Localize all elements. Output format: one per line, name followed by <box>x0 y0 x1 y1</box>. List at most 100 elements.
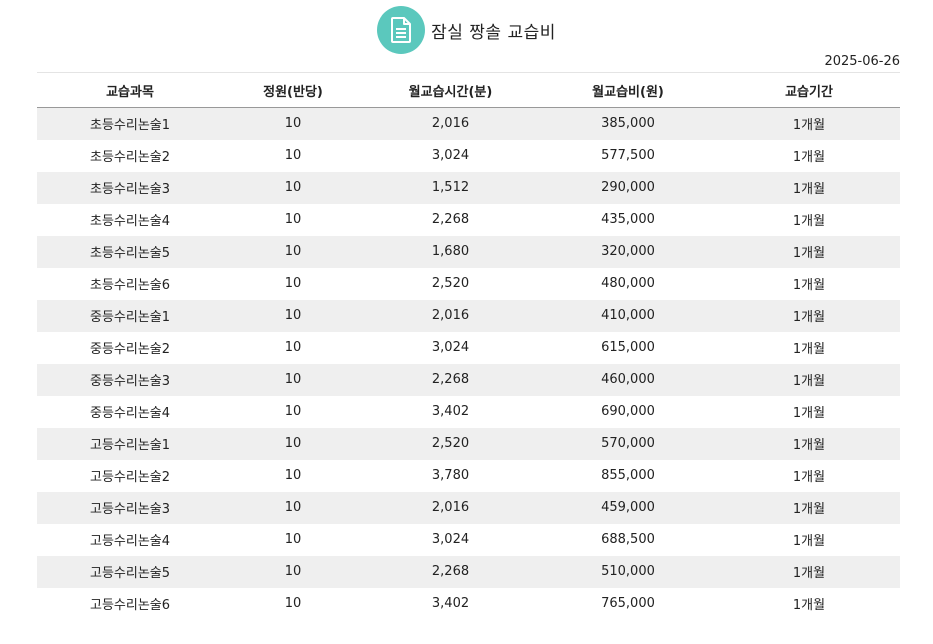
cell-monthly-minutes: 3,402 <box>431 404 470 419</box>
cell-monthly-minutes: 3,024 <box>431 340 470 355</box>
cell-monthly-fee: 480,000 <box>601 276 655 291</box>
cell-period: 1개월 <box>792 534 826 549</box>
cell-monthly-minutes: 2,268 <box>431 372 470 387</box>
cell-monthly-minutes: 3,780 <box>431 468 470 483</box>
cell-period: 1개월 <box>792 470 826 485</box>
cell-subject: 고등수리논술4 <box>89 534 171 549</box>
column-header-monthly-fee: 월교습비(원) <box>592 84 664 100</box>
cell-monthly-fee: 855,000 <box>601 468 655 483</box>
cell-capacity: 10 <box>284 212 302 227</box>
table-row: 초등수리논술2 10 3,024 577,500 1개월 <box>37 140 900 172</box>
cell-capacity: 10 <box>284 372 302 387</box>
cell-capacity: 10 <box>284 180 302 195</box>
cell-monthly-minutes: 3,024 <box>431 532 470 547</box>
cell-capacity: 10 <box>284 308 302 323</box>
table-row: 고등수리논술3 10 2,016 459,000 1개월 <box>37 491 900 524</box>
table-row: 고등수리논술6 10 3,402 765,000 1개월 <box>37 588 900 620</box>
cell-subject: 중등수리논술1 <box>89 310 171 325</box>
date-label: 2025-06-26 <box>824 54 900 69</box>
cell-monthly-fee: 688,500 <box>601 532 655 547</box>
cell-subject: 초등수리논술4 <box>89 214 171 229</box>
cell-subject: 중등수리논술3 <box>89 374 171 389</box>
table-row: 중등수리논술2 10 3,024 615,000 1개월 <box>37 332 900 364</box>
cell-monthly-minutes: 1,512 <box>431 180 470 195</box>
cell-subject: 초등수리논술2 <box>89 150 171 165</box>
table-row: 고등수리논술5 10 2,268 510,000 1개월 <box>37 555 900 588</box>
cell-monthly-minutes: 2,520 <box>431 276 470 291</box>
cell-monthly-minutes: 2,016 <box>431 116 470 132</box>
cell-monthly-minutes: 2,016 <box>431 500 470 515</box>
cell-period: 1개월 <box>792 502 826 517</box>
table-row: 중등수리논술3 10 2,268 460,000 1개월 <box>37 363 900 396</box>
cell-capacity: 10 <box>284 468 302 483</box>
column-header-period: 교습기간 <box>785 84 833 100</box>
cell-capacity: 10 <box>284 116 302 132</box>
cell-monthly-minutes: 3,024 <box>431 148 470 163</box>
cell-monthly-fee: 765,000 <box>601 596 655 611</box>
cell-monthly-minutes: 2,016 <box>431 308 470 323</box>
cell-capacity: 10 <box>284 244 302 259</box>
cell-monthly-fee: 570,000 <box>601 436 655 451</box>
cell-period: 1개월 <box>792 598 826 613</box>
cell-capacity: 10 <box>284 340 302 355</box>
cell-capacity: 10 <box>284 148 302 163</box>
fee-table: 교습과목 정원(반당) 월교습시간(분) 월교습비(원) 교습기간 초등수리논술… <box>37 72 900 620</box>
table-row: 초등수리논술3 10 1,512 290,000 1개월 <box>37 171 900 204</box>
cell-capacity: 10 <box>284 436 302 451</box>
cell-period: 1개월 <box>792 566 826 581</box>
cell-capacity: 10 <box>284 564 302 579</box>
cell-subject: 초등수리논술1 <box>89 118 171 134</box>
table-row: 초등수리논술4 10 2,268 435,000 1개월 <box>37 204 900 236</box>
cell-monthly-fee: 690,000 <box>601 404 655 419</box>
cell-subject: 고등수리논술5 <box>89 566 171 581</box>
cell-subject: 초등수리논술6 <box>89 278 171 293</box>
column-header-monthly-minutes: 월교습시간(분) <box>408 84 493 100</box>
cell-period: 1개월 <box>792 310 826 325</box>
cell-monthly-minutes: 2,520 <box>431 436 470 451</box>
cell-subject: 고등수리논술3 <box>89 502 171 517</box>
table-row: 고등수리논술4 10 3,024 688,500 1개월 <box>37 524 900 556</box>
cell-monthly-minutes: 3,402 <box>431 596 470 611</box>
table-body: 초등수리논술1 10 2,016 385,000 1개월 초등수리논술2 10 3,024 57… <box>37 107 900 620</box>
cell-period: 1개월 <box>792 438 826 453</box>
table-row: 고등수리논술2 10 3,780 855,000 1개월 <box>37 460 900 492</box>
cell-period: 1개월 <box>792 182 826 197</box>
cell-period: 1개월 <box>792 214 826 229</box>
cell-period: 1개월 <box>792 118 826 134</box>
table-row: 중등수리논술4 10 3,402 690,000 1개월 <box>37 396 900 428</box>
cell-subject: 고등수리논술1 <box>89 438 171 453</box>
cell-monthly-fee: 459,000 <box>601 500 655 515</box>
cell-capacity: 10 <box>284 500 302 515</box>
table-row: 고등수리논술1 10 2,520 570,000 1개월 <box>37 427 900 460</box>
page-header: 잠실 짱솔 교습비 <box>0 6 933 54</box>
cell-monthly-minutes: 2,268 <box>431 564 470 579</box>
table-row: 초등수리논술6 10 2,520 480,000 1개월 <box>37 268 900 300</box>
cell-monthly-fee: 290,000 <box>601 180 655 195</box>
cell-monthly-fee: 320,000 <box>601 244 655 259</box>
table-header-row: 교습과목 정원(반당) 월교습시간(분) 월교습비(원) 교습기간 <box>37 72 900 108</box>
cell-subject: 초등수리논술5 <box>89 246 171 261</box>
cell-capacity: 10 <box>284 404 302 419</box>
cell-monthly-fee: 460,000 <box>601 372 655 387</box>
cell-monthly-minutes: 1,680 <box>431 244 470 259</box>
document-icon <box>377 6 426 54</box>
cell-monthly-fee: 615,000 <box>601 340 655 355</box>
cell-monthly-fee: 577,500 <box>601 148 655 163</box>
cell-capacity: 10 <box>284 596 302 611</box>
cell-period: 1개월 <box>792 246 826 261</box>
cell-monthly-minutes: 2,268 <box>431 212 470 227</box>
cell-monthly-fee: 510,000 <box>601 564 655 579</box>
cell-subject: 중등수리논술2 <box>89 342 171 357</box>
cell-monthly-fee: 435,000 <box>601 212 655 227</box>
cell-period: 1개월 <box>792 150 826 165</box>
cell-subject: 고등수리논술2 <box>89 470 171 485</box>
column-header-capacity: 정원(반당) <box>263 84 323 100</box>
fee-table-container: 교습과목 정원(반당) 월교습시간(분) 월교습비(원) 교습기간 초등수리논술… <box>37 72 900 620</box>
cell-subject: 고등수리논술6 <box>89 598 171 613</box>
cell-period: 1개월 <box>792 374 826 389</box>
cell-period: 1개월 <box>792 342 826 357</box>
cell-monthly-fee: 410,000 <box>601 308 655 323</box>
cell-capacity: 10 <box>284 276 302 291</box>
table-row: 중등수리논술1 10 2,016 410,000 1개월 <box>37 299 900 332</box>
cell-period: 1개월 <box>792 406 826 421</box>
